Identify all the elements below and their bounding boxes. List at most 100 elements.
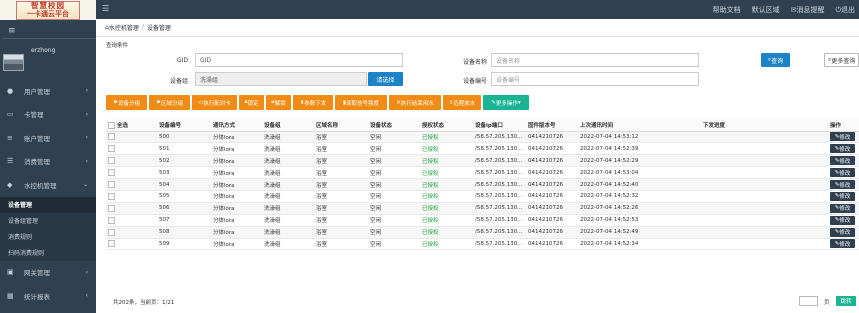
pair-card-button[interactable]: ▭ 执行配对卡: [192, 95, 237, 110]
row-checkbox[interactable]: [108, 204, 115, 212]
help-docs-link[interactable]: 帮助文档: [713, 5, 741, 15]
end-water-button[interactable]: ✕ 执行结束用水: [389, 95, 441, 110]
edit-button[interactable]: ✎ 修改: [830, 191, 855, 201]
row-select-cell[interactable]: [106, 226, 157, 239]
action-label: 设备分组: [117, 100, 140, 107]
more-actions-dropdown[interactable]: ✎ 更多操作 ▾: [483, 95, 529, 110]
sidebar-item-reports[interactable]: ▦ 统计报表 ‹: [0, 284, 96, 308]
page-number-input[interactable]: [799, 296, 818, 306]
table-row[interactable]: 501 分体lora 洗澡组 浴室 空闲 已授权/58.57.205.130... 0414…: [106, 142, 859, 156]
report-icon: ▦: [7, 291, 14, 300]
table-cell: /58.57.205.130...: [473, 154, 526, 168]
row-checkbox[interactable]: [108, 216, 115, 224]
edit-button[interactable]: ✎ 修改: [830, 168, 855, 178]
row-select-cell[interactable]: [106, 178, 157, 191]
table-cell: 分体lora: [211, 154, 262, 168]
row-checkbox[interactable]: [108, 240, 115, 248]
table-row[interactable]: 506 分体lora 洗澡组 浴室 空闲 已授权/58.57.205.130... 0414…: [106, 202, 859, 215]
column-header: 操作: [828, 119, 859, 132]
edit-label: 修改: [839, 194, 851, 201]
user-name[interactable]: erzhong: [31, 47, 55, 54]
table-cell: 分体lora: [211, 131, 262, 144]
table-row[interactable]: 504 分体lora 洗澡组 浴室 空闲 已授权/58.57.205.130... 0414…: [106, 178, 859, 191]
remote-water-button[interactable]: ⇪ 远程放水: [443, 95, 481, 110]
table-cell: 分体lora: [211, 238, 262, 251]
row-checkbox[interactable]: [108, 169, 115, 177]
breadcrumb-parent[interactable]: 水控机管理: [109, 23, 139, 32]
device-no-label: 设备编号: [462, 78, 487, 85]
more-search-button[interactable]: ⌕ 更多查询: [824, 53, 859, 67]
table-row[interactable]: 505 分体lora 洗澡组 浴室 空闲 已授权/58.57.205.130... 0414…: [106, 190, 859, 203]
select-group-button[interactable]: 请选择: [368, 72, 403, 86]
row-checkbox[interactable]: [108, 157, 115, 165]
row-checkbox[interactable]: [108, 181, 115, 188]
sidebar-item-users[interactable]: ● 用户管理 ‹: [0, 79, 96, 103]
table-cell: 505: [157, 190, 211, 203]
divider: [2, 38, 96, 39]
default-region-link[interactable]: 默认区域: [752, 5, 780, 15]
table-cell: 空闲: [368, 226, 420, 239]
sidebar-item-cards[interactable]: ▭ 卡管理 ‹: [0, 103, 96, 127]
row-select-cell[interactable]: [106, 214, 157, 227]
table-cell: 2022-07-04 14:52:39: [578, 142, 701, 156]
device-name-input[interactable]: 设备名称: [491, 53, 699, 67]
hamburger-icon[interactable]: ≡: [8, 26, 16, 36]
edit-button[interactable]: ✎ 修改: [830, 156, 855, 166]
sidebar-subitem-scan-rules[interactable]: 扫码消费规则: [0, 245, 96, 261]
select-all-checkbox[interactable]: [108, 121, 115, 129]
row-checkbox[interactable]: [108, 228, 115, 236]
search-button[interactable]: ⌕ 查询: [761, 53, 790, 67]
device-group-action-button[interactable]: ⚑ 设备分组: [106, 95, 147, 110]
table-row[interactable]: 503 分体lora 洗澡组 浴室 空闲 已授权/58.57.205.130... 0414…: [106, 166, 859, 180]
device-name-label: 设备名称: [462, 59, 487, 66]
table-row[interactable]: 502 分体lora 洗澡组 浴室 空闲 已授权/58.57.205.130... 0414…: [106, 154, 859, 168]
row-select-cell[interactable]: [106, 202, 157, 215]
edit-button[interactable]: ✎ 修改: [830, 132, 855, 142]
table-cell: 502: [157, 154, 211, 168]
logout-label: 退出: [841, 6, 855, 14]
edit-button[interactable]: ✎ 修改: [830, 227, 855, 237]
sidebar-subitem-device-groups[interactable]: 设备组管理: [0, 213, 96, 229]
select-all-header[interactable]: 全选: [106, 119, 157, 132]
row-select-cell[interactable]: [106, 238, 157, 251]
row-checkbox[interactable]: [108, 192, 115, 200]
row-select-cell[interactable]: [106, 166, 157, 180]
logout-link[interactable]: ⏻退出: [835, 5, 855, 15]
sidebar-subitem-rules[interactable]: 消费规则: [0, 229, 96, 245]
edit-button[interactable]: ✎ 修改: [830, 144, 855, 154]
lock-button[interactable]: 🔒︎ 锁定: [239, 95, 264, 110]
table-row[interactable]: 509 分体lora 洗澡组 浴室 空闲 已授权/58.57.205.130... 0414…: [106, 238, 859, 251]
row-select-cell[interactable]: [106, 142, 157, 156]
sidebar-item-water-control[interactable]: ◆ 水控机管理 ⌄: [0, 173, 96, 197]
row-checkbox[interactable]: [108, 133, 115, 141]
read-signal-button[interactable]: ▮ 读取信号强度: [335, 95, 387, 110]
sidebar-subitem-devices[interactable]: 设备管理: [0, 196, 96, 213]
send-params-button[interactable]: ⬇ 参数下发: [293, 95, 333, 110]
sidebar-item-accounts[interactable]: ≡ 账户管理 ‹: [0, 126, 96, 150]
table-cell: 空闲: [368, 131, 420, 144]
row-select-cell[interactable]: [106, 154, 157, 168]
table-row[interactable]: 500 分体lora 洗澡组 浴室 空闲 已授权/58.57.205.130... 0414…: [106, 131, 859, 144]
sidebar-item-consumption[interactable]: ☰ 消费管理 ‹: [0, 150, 96, 174]
sidebar-item-gateway[interactable]: ▣ 网关管理 ‹: [0, 261, 96, 285]
message-link[interactable]: ✉消息提醒: [791, 5, 825, 15]
row-checkbox[interactable]: [108, 145, 115, 153]
table-row[interactable]: 507 分体lora 洗澡组 浴室 空闲 已授权/58.57.205.130... 0414…: [106, 214, 859, 227]
device-no-input[interactable]: 设备编号: [491, 72, 699, 86]
edit-button[interactable]: ✎ 修改: [830, 215, 855, 225]
edit-button[interactable]: ✎ 修改: [830, 203, 855, 213]
sidebar-item-label: 统计报表: [24, 292, 50, 301]
table-row[interactable]: 508 分体lora 洗澡组 浴室 空闲 已授权/58.57.205.130... 0414…: [106, 226, 859, 239]
menu-icon[interactable]: ☰: [102, 4, 109, 13]
unlock-button[interactable]: 🔓︎ 解锁: [266, 95, 291, 110]
table-cell: 0414210726: [526, 142, 578, 156]
gid-input[interactable]: GID: [195, 53, 403, 67]
avatar[interactable]: [3, 54, 24, 71]
row-select-cell[interactable]: [106, 190, 157, 203]
page-go-button[interactable]: 跳转: [836, 296, 856, 306]
edit-button[interactable]: ✎ 修改: [830, 180, 855, 189]
region-group-action-button[interactable]: ⚑ 区域分组: [149, 95, 190, 110]
edit-button[interactable]: ✎ 修改: [830, 239, 855, 249]
row-select-cell[interactable]: [106, 131, 157, 144]
edit-label: 修改: [839, 146, 851, 153]
